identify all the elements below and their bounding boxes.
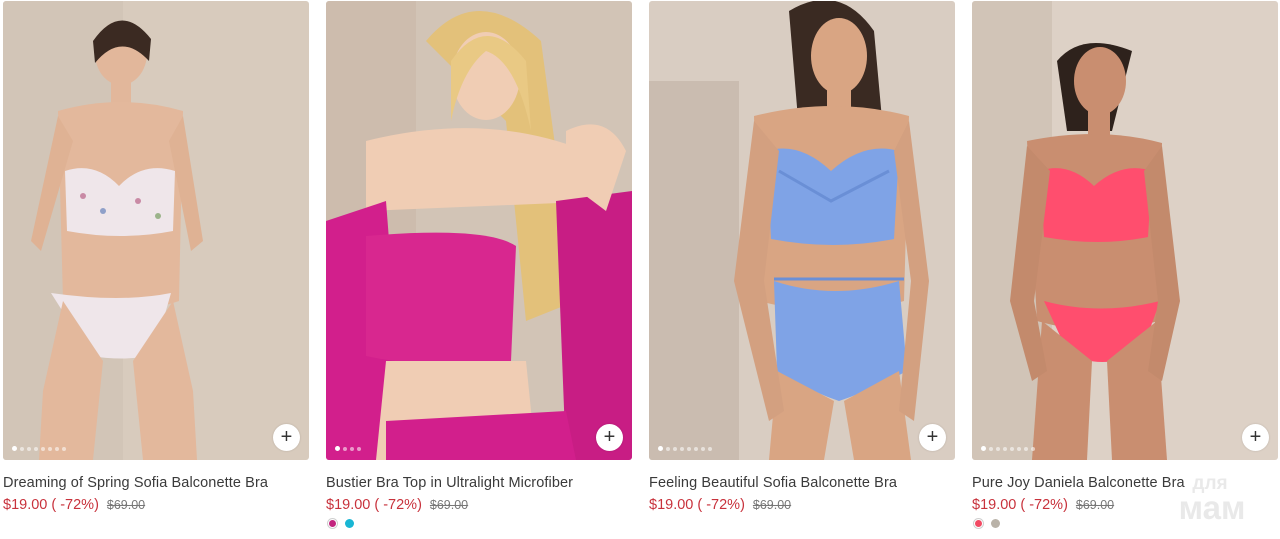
product-grid: + Dreaming of Spring Sofia Balconette Br… [0,0,1280,539]
price-row: $19.00( -72%) $69.00 [3,497,145,513]
sale-price: $19.00 [649,497,694,513]
carousel-dot[interactable] [989,446,993,451]
product-name[interactable]: Bustier Bra Top in Ultralight Microfiber [326,475,573,491]
plus-icon: + [603,425,616,448]
product-photo[interactable]: + [972,1,1278,460]
carousel-dot[interactable] [350,446,354,451]
carousel-dot[interactable] [1003,446,1007,451]
carousel-dot[interactable] [27,446,31,451]
color-swatches [327,518,355,529]
price-row: $19.00( -72%) $69.00 [972,497,1114,513]
carousel-dot[interactable] [666,446,670,451]
product-card[interactable]: + Dreaming of Spring Sofia Balconette Br… [3,0,310,539]
carousel-dot[interactable] [34,446,38,451]
carousel-dot[interactable] [658,446,663,451]
color-swatches [973,518,1001,529]
product-photo[interactable]: + [3,1,309,460]
price-row: $19.00( -72%) $69.00 [326,497,468,513]
image-carousel-dots[interactable] [981,446,1035,451]
carousel-dot[interactable] [1010,446,1014,451]
model-photo-illustration [972,1,1278,460]
color-swatch[interactable] [973,518,984,529]
carousel-dot[interactable] [708,446,712,451]
product-card[interactable]: + Bustier Bra Top in Ultralight Microfib… [326,0,633,539]
image-carousel-dots[interactable] [658,446,712,451]
carousel-dot[interactable] [335,446,340,451]
add-to-cart-button[interactable]: + [1242,424,1269,451]
product-card[interactable]: + Pure Joy Daniela Balconette Bra $19.00… [972,0,1279,539]
discount-percent: ( -72%) [1020,497,1068,513]
original-price: $69.00 [1075,498,1115,512]
carousel-dot[interactable] [1017,446,1021,451]
image-carousel-dots[interactable] [335,446,361,451]
sale-price: $19.00 [3,497,48,513]
carousel-dot[interactable] [62,446,66,451]
swatch-color-fill [345,519,354,528]
carousel-dot[interactable] [1031,446,1035,451]
carousel-dot[interactable] [687,446,691,451]
carousel-dot[interactable] [673,446,677,451]
model-photo-illustration [3,1,309,460]
carousel-dot[interactable] [996,446,1000,451]
carousel-dot[interactable] [981,446,986,451]
original-price: $69.00 [429,498,469,512]
color-swatch[interactable] [327,518,338,529]
carousel-dot[interactable] [680,446,684,451]
carousel-dot[interactable] [48,446,52,451]
product-photo[interactable]: + [649,1,955,460]
carousel-dot[interactable] [55,446,59,451]
add-to-cart-button[interactable]: + [919,424,946,451]
swatch-color-fill [991,519,1000,528]
sale-price: $19.00 [972,497,1017,513]
swatch-color-fill [329,520,336,527]
carousel-dot[interactable] [694,446,698,451]
product-photo[interactable]: + [326,1,632,460]
carousel-dot[interactable] [12,446,17,451]
color-swatch[interactable] [990,518,1001,529]
carousel-dot[interactable] [343,446,347,451]
plus-icon: + [1249,425,1262,448]
product-name[interactable]: Feeling Beautiful Sofia Balconette Bra [649,475,897,491]
plus-icon: + [926,425,939,448]
carousel-dot[interactable] [41,446,45,451]
discount-percent: ( -72%) [374,497,422,513]
color-swatch[interactable] [344,518,355,529]
model-photo-illustration [326,1,632,460]
original-price: $69.00 [752,498,792,512]
image-carousel-dots[interactable] [12,446,66,451]
model-photo-illustration [649,1,955,460]
plus-icon: + [280,425,293,448]
product-name[interactable]: Dreaming of Spring Sofia Balconette Bra [3,475,268,491]
original-price: $69.00 [106,498,146,512]
discount-percent: ( -72%) [697,497,745,513]
add-to-cart-button[interactable]: + [273,424,300,451]
product-card[interactable]: + Feeling Beautiful Sofia Balconette Bra… [649,0,956,539]
carousel-dot[interactable] [20,446,24,451]
carousel-dot[interactable] [357,446,361,451]
price-row: $19.00( -72%) $69.00 [649,497,791,513]
swatch-color-fill [975,520,982,527]
carousel-dot[interactable] [1024,446,1028,451]
sale-price: $19.00 [326,497,371,513]
product-name[interactable]: Pure Joy Daniela Balconette Bra [972,475,1185,491]
add-to-cart-button[interactable]: + [596,424,623,451]
carousel-dot[interactable] [701,446,705,451]
discount-percent: ( -72%) [51,497,99,513]
